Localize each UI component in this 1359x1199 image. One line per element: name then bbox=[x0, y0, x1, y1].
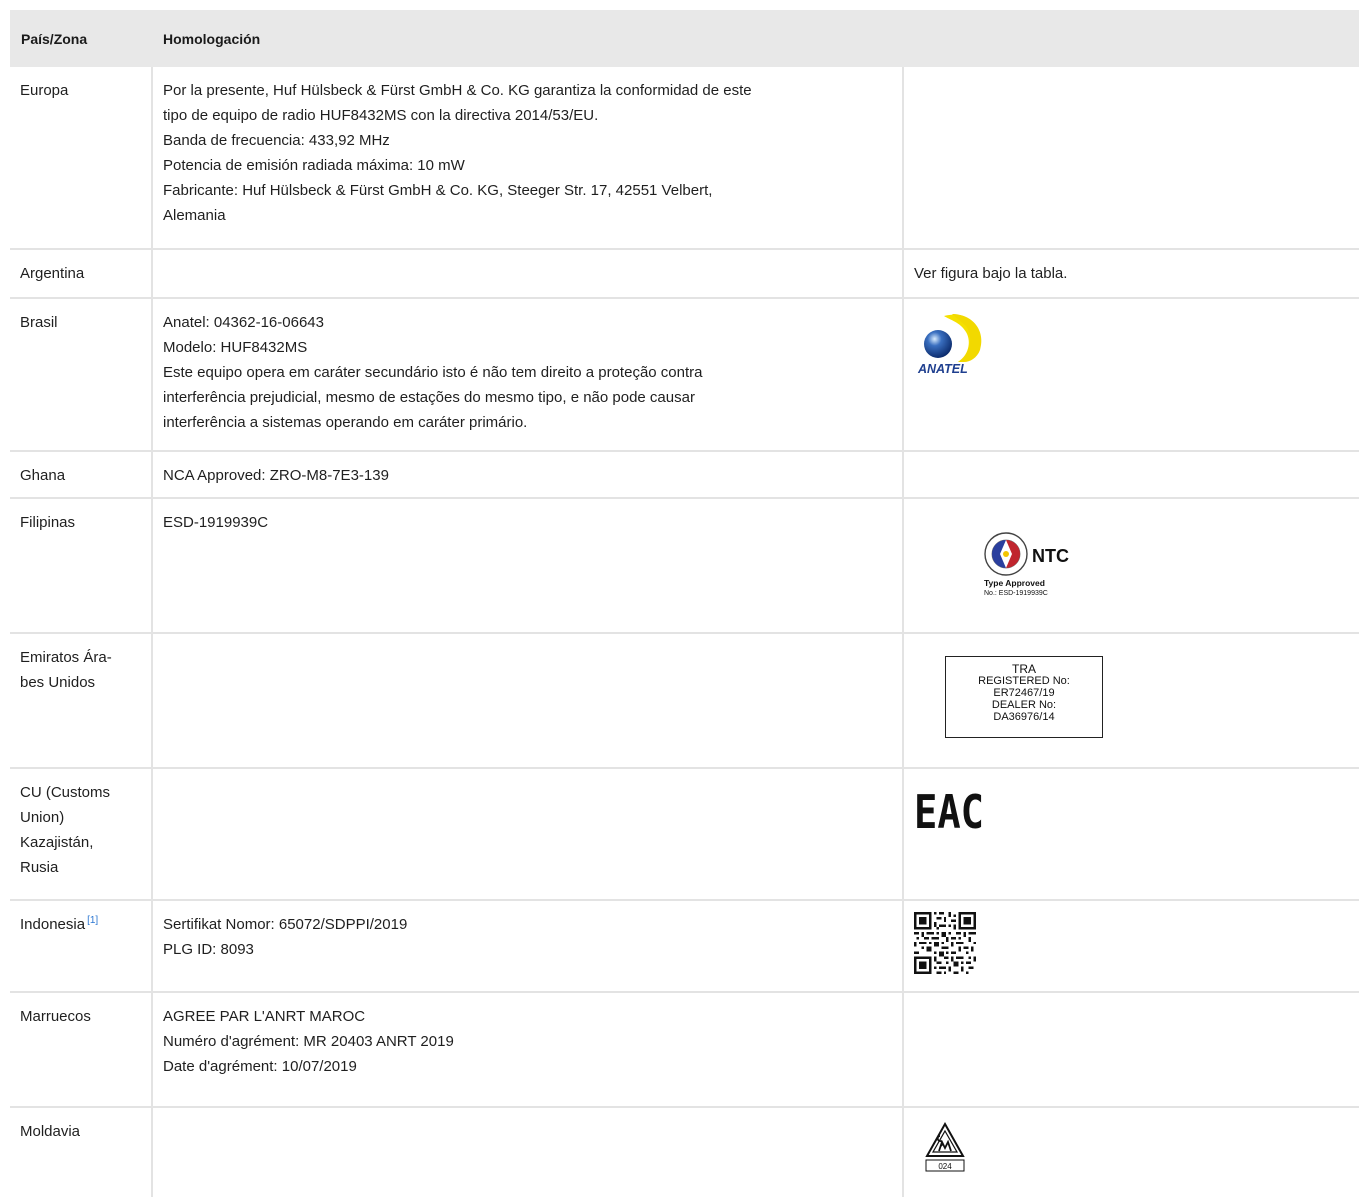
tra-line: REGISTERED No: bbox=[978, 675, 1070, 687]
text-line: AGREE PAR L'ANRT MAROC bbox=[163, 1008, 366, 1025]
tra-line: DA36976/14 bbox=[993, 711, 1055, 723]
approval-text-cell bbox=[151, 1107, 903, 1197]
approval-text-cell bbox=[151, 249, 903, 299]
approval-text-cell: Anatel: 04362-16-06643 Modelo: HUF8432MS… bbox=[151, 298, 903, 452]
country-cell: Argentina bbox=[10, 249, 152, 299]
country-line: bes Unidos bbox=[20, 674, 96, 691]
approval-text-cell: Sertifikat Nomor: 65072/SDPPI/2019 PLG I… bbox=[151, 900, 903, 993]
logo-cell: 024 bbox=[901, 1107, 1359, 1197]
table-row: CU (Customs Union) Kazajistán, Rusia EAC bbox=[10, 768, 1359, 901]
country-line: Kazajistán, bbox=[20, 834, 94, 851]
tra-logo: TRA REGISTERED No: ER72467/19 DEALER No:… bbox=[945, 656, 1103, 738]
text-line: tipo de equipo de radio HUF8432MS con la… bbox=[163, 107, 599, 124]
country-line: Emiratos Ára- bbox=[20, 649, 112, 666]
logo-cell: TRA REGISTERED No: ER72467/19 DEALER No:… bbox=[901, 633, 1359, 769]
country-name: Indonesia bbox=[20, 916, 86, 933]
table-row: Indonesia [1] Sertifikat Nomor: 65072/SDP… bbox=[10, 900, 1359, 993]
text-line: Anatel: 04362-16-06643 bbox=[163, 314, 324, 331]
text-line: Numéro d'agrément: MR 20403 ANRT 2019 bbox=[163, 1033, 454, 1050]
qr-code-icon bbox=[914, 912, 976, 974]
footnote-link[interactable]: [1] bbox=[87, 915, 98, 926]
country-cell: CU (Customs Union) Kazajistán, Rusia bbox=[10, 768, 152, 901]
text-line: Modelo: HUF8432MS bbox=[163, 339, 308, 356]
country-cell: Marruecos bbox=[10, 992, 152, 1108]
text-line: ESD-1919939C bbox=[163, 514, 269, 531]
approval-table: País/Zona Homologación Europa Por la pre… bbox=[10, 10, 1359, 1197]
country-line: CU (Customs bbox=[20, 784, 111, 801]
logo-cell: ANATEL bbox=[901, 298, 1359, 452]
country-line: Union) bbox=[20, 809, 65, 826]
logo-cell bbox=[901, 900, 1359, 993]
country-cell: Indonesia [1] bbox=[10, 900, 152, 993]
logo-cell: NTC Type Approved No.: ESD-1919939C bbox=[901, 498, 1359, 634]
text-line: Este equipo opera em caráter secundário … bbox=[163, 364, 703, 381]
anatel-logo-text: ANATEL bbox=[917, 362, 968, 376]
table-row: Emiratos Ára- bes Unidos TRA REGISTERED … bbox=[10, 633, 1359, 769]
country-cell: Europa bbox=[10, 67, 152, 250]
tra-line: TRA bbox=[1012, 662, 1036, 676]
approval-text-cell: NCA Approved: ZRO-M8-7E3-139 bbox=[151, 451, 903, 499]
tra-line: ER72467/19 bbox=[993, 687, 1055, 699]
logo-cell bbox=[901, 67, 1359, 250]
approval-text-cell: Por la presente, Huf Hülsbeck & Fürst Gm… bbox=[151, 67, 903, 250]
logo-cell: EAC bbox=[901, 768, 1359, 901]
tra-line: DEALER No: bbox=[991, 699, 1057, 711]
text-line: Banda de frecuencia: 433,92 MHz bbox=[163, 132, 390, 149]
ntc-logo-line2: No.: ESD-1919939C bbox=[984, 590, 1048, 597]
text-line: interferência prejudicial, mesmo de esta… bbox=[163, 389, 695, 406]
approval-text-cell: ESD-1919939C bbox=[151, 498, 903, 634]
text-line: Potencia de emisión radiada máxima: 10 m… bbox=[163, 157, 465, 174]
text-line: PLG ID: 8093 bbox=[163, 941, 254, 958]
ntc-logo-name: NTC bbox=[1032, 546, 1069, 566]
text-line: Por la presente, Huf Hülsbeck & Fürst Gm… bbox=[163, 82, 752, 99]
logo-cell bbox=[901, 992, 1359, 1108]
text-line: NCA Approved: ZRO-M8-7E3-139 bbox=[163, 467, 389, 484]
text-line: Sertifikat Nomor: 65072/SDPPI/2019 bbox=[163, 916, 408, 933]
approval-text-cell: AGREE PAR L'ANRT MAROC Numéro d'agrément… bbox=[151, 992, 903, 1108]
text-line: Fabricante: Huf Hülsbeck & Fürst GmbH & … bbox=[163, 182, 713, 199]
ntc-logo-line1: Type Approved bbox=[984, 578, 1045, 588]
text-line: Date d'agrément: 10/07/2019 bbox=[163, 1058, 357, 1075]
country-cell: Filipinas bbox=[10, 498, 152, 634]
table-row: Moldavia 024 bbox=[10, 1107, 1359, 1197]
text-line: interferência a sistemas operando em car… bbox=[163, 414, 528, 431]
header-country: País/Zona bbox=[10, 10, 152, 67]
country-cell: Moldavia bbox=[20, 1123, 81, 1140]
anatel-logo: ANATEL bbox=[917, 314, 982, 376]
country-line: Rusia bbox=[20, 859, 59, 876]
figure-note: Ver figura bajo la tabla. bbox=[901, 249, 1359, 299]
country-cell: Emiratos Ára- bes Unidos bbox=[10, 633, 152, 769]
eac-logo-text: EAC bbox=[914, 785, 984, 834]
table-row: Marruecos AGREE PAR L'ANRT MAROC Numéro … bbox=[10, 992, 1359, 1108]
approval-text-cell bbox=[151, 633, 903, 769]
logo-cell bbox=[901, 451, 1359, 499]
ntc-logo: NTC Type Approved No.: ESD-1919939C bbox=[984, 532, 1069, 597]
moldova-sm-mark-icon: 024 bbox=[925, 1121, 965, 1172]
page: País/Zona Homologación Europa Por la pre… bbox=[0, 0, 1359, 1199]
table-header-row: País/Zona Homologación bbox=[10, 10, 1359, 67]
text-line: Alemania bbox=[163, 207, 226, 224]
table-row: Filipinas ESD-1919939C NTC Type Approved… bbox=[10, 498, 1359, 634]
approval-text-cell bbox=[151, 768, 903, 901]
country-cell: Ghana bbox=[10, 451, 152, 499]
moldova-mark-number: 024 bbox=[938, 1162, 952, 1171]
eac-logo: EAC bbox=[914, 785, 984, 834]
table-row: Brasil Anatel: 04362-16-06643 Modelo: HU… bbox=[10, 298, 1359, 452]
table-row: Argentina Ver figura bajo la tabla. bbox=[10, 249, 1359, 299]
table-row: Ghana NCA Approved: ZRO-M8-7E3-139 bbox=[10, 451, 1359, 499]
header-approval: Homologación bbox=[152, 10, 1359, 67]
table-row: Europa Por la presente, Huf Hülsbeck & F… bbox=[10, 67, 1359, 250]
country-cell: Brasil bbox=[10, 298, 152, 452]
